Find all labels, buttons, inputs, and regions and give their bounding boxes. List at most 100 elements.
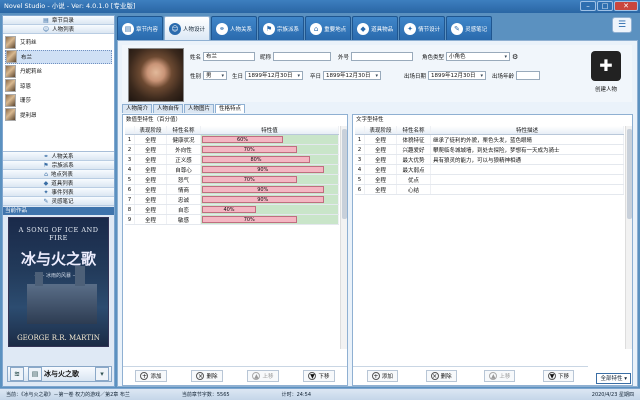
- table-row[interactable]: 7 全程 忠诚 90%: [125, 195, 339, 205]
- add-button[interactable]: + 添加: [366, 369, 398, 382]
- table-row[interactable]: 2 全程 外向性 70%: [125, 145, 339, 155]
- trait-value-cell[interactable]: 70%: [201, 215, 339, 224]
- trait-desc-cell[interactable]: 继承了徒利的外貌，栗色头发，蓝色眼睛: [431, 135, 624, 144]
- nav-items[interactable]: ◆ 道具列表: [3, 179, 114, 188]
- move-down-button[interactable]: ▼ 下移: [543, 369, 575, 382]
- move-up-button[interactable]: ▲ 上移: [247, 369, 279, 382]
- table-header: 表现阶段 特性名称 特性值: [125, 126, 339, 135]
- book-icon: ▤: [43, 16, 49, 24]
- gender-select[interactable]: 男 ▾: [203, 71, 228, 80]
- character-item-selected[interactable]: 布兰: [5, 49, 112, 64]
- trait-desc-cell[interactable]: 攀爬临冬城城墙，到处去探险，梦想有一天成为骑士: [431, 145, 624, 154]
- nav-notes[interactable]: ✎ 灵感笔记: [3, 197, 114, 206]
- alias-field[interactable]: [351, 52, 414, 61]
- trait-desc-cell[interactable]: [431, 165, 624, 174]
- table-row[interactable]: 8 全程 自恋 40%: [125, 205, 339, 215]
- relation-icon: ⚭: [216, 22, 229, 35]
- birth-date-picker[interactable]: 1899年12月30日 ▾: [245, 71, 304, 80]
- name-field[interactable]: 布兰: [203, 52, 256, 61]
- age-field[interactable]: [516, 71, 541, 80]
- appear-date-picker[interactable]: 1899年12月30日 ▾: [428, 71, 487, 80]
- cover-author: GEORGE R.R. MARTIN: [17, 334, 100, 342]
- chevron-down-icon: ▾: [480, 72, 484, 79]
- close-button[interactable]: ✕: [614, 1, 638, 11]
- table-row[interactable]: 2 全程 兴趣爱好 攀爬临冬城城墙，到处去探险，梦想有一天成为骑士: [355, 145, 624, 155]
- minimize-button[interactable]: –: [580, 1, 596, 11]
- nav-places[interactable]: ⌂ 地点列表: [3, 170, 114, 179]
- trait-value-cell[interactable]: 60%: [201, 135, 339, 144]
- tab-clans[interactable]: ⚑ 宗族派系: [258, 16, 305, 40]
- maximize-button[interactable]: □: [597, 1, 613, 11]
- character-photo[interactable]: [128, 48, 184, 102]
- subtab-pictures[interactable]: 人物图片: [184, 104, 215, 113]
- add-button[interactable]: + 添加: [135, 369, 167, 382]
- trait-name-cell: 外向性: [167, 145, 201, 154]
- nav-relations[interactable]: ⚭ 人物关系: [3, 152, 114, 161]
- table-row[interactable]: 3 全程 最大优势 具有狼灵的能力，可以与狼精神相通: [355, 155, 624, 165]
- character-item[interactable]: 艾莉丝: [5, 35, 112, 50]
- column-header: 特性描述: [431, 126, 624, 134]
- subtab-autobiography[interactable]: 人物自传: [153, 104, 184, 113]
- layers-icon[interactable]: ≋: [10, 367, 24, 381]
- tab-character-relations[interactable]: ⚭ 人物关系: [211, 16, 258, 40]
- move-up-button[interactable]: ▲ 上移: [484, 369, 516, 382]
- trait-value-cell[interactable]: 90%: [201, 165, 339, 174]
- stage-cell: 全程: [365, 185, 397, 194]
- character-item[interactable]: 提利昂: [5, 108, 112, 123]
- character-item[interactable]: 丹妮莉丝: [5, 64, 112, 79]
- table-row[interactable]: 4 全程 最大弱点: [355, 165, 624, 175]
- death-date-picker[interactable]: 1899年12月30日 ▾: [323, 71, 382, 80]
- character-item[interactable]: 琼恩: [5, 79, 112, 94]
- table-row[interactable]: 6 全程 心结: [355, 185, 624, 195]
- stage-cell: 全程: [365, 165, 397, 174]
- tab-notes[interactable]: ✎ 灵感笔记: [446, 16, 493, 40]
- trait-value-cell[interactable]: 90%: [201, 195, 339, 204]
- subtab-traits[interactable]: 性格特点: [215, 104, 246, 113]
- trait-value-cell[interactable]: 90%: [201, 185, 339, 194]
- trait-value-cell[interactable]: 40%: [201, 205, 339, 214]
- tab-plot[interactable]: ✦ 情节设计: [399, 16, 446, 40]
- table-row[interactable]: 3 全程 正义感 80%: [125, 155, 339, 165]
- table-row[interactable]: 1 全程 体貌特征 继承了徒利的外貌，栗色头发，蓝色眼睛: [355, 135, 624, 145]
- trait-desc-cell[interactable]: [431, 175, 624, 184]
- person-settings-icon[interactable]: ⚙: [512, 53, 518, 61]
- table-row[interactable]: 5 全程 怒气 70%: [125, 175, 339, 185]
- trait-value-cell[interactable]: 80%: [201, 155, 339, 164]
- table-row[interactable]: 9 全程 敏感 70%: [125, 215, 339, 225]
- create-character-button[interactable]: ✚ 创建人物: [586, 51, 626, 101]
- trait-value-cell[interactable]: 70%: [201, 145, 339, 154]
- tab-places[interactable]: ⌂ 重要地点: [305, 16, 352, 40]
- table-row[interactable]: 4 全程 自尊心 90%: [125, 165, 339, 175]
- trait-desc-cell[interactable]: 具有狼灵的能力，可以与狼精神相通: [431, 155, 624, 164]
- relation-icon: ⚭: [43, 152, 49, 160]
- scrollbar[interactable]: [625, 126, 632, 349]
- character-list: 艾莉丝 布兰 丹妮莉丝 琼恩 珊莎 提利昂: [3, 34, 114, 152]
- subtab-intro[interactable]: 人物简介: [122, 104, 153, 113]
- character-item[interactable]: 珊莎: [5, 93, 112, 108]
- table-row[interactable]: 5 全程 优点: [355, 175, 624, 185]
- nav-events[interactable]: ✦ 事件列表: [3, 188, 114, 197]
- nav-character-list[interactable]: ☺ 人物列表: [3, 25, 114, 34]
- trait-value-cell[interactable]: 70%: [201, 175, 339, 184]
- chevron-down-icon[interactable]: ▾: [95, 367, 109, 381]
- nav-clans[interactable]: ⚑ 宗族派系: [3, 161, 114, 170]
- delete-button[interactable]: × 删除: [191, 369, 223, 382]
- tab-chapter-content[interactable]: ▤ 章节内容: [117, 16, 164, 40]
- menu-button[interactable]: ☰: [612, 17, 632, 33]
- row-number: 2: [355, 145, 365, 154]
- row-number: 4: [125, 165, 135, 174]
- nav-chapter-list[interactable]: ▤ 章节目录: [3, 16, 114, 25]
- work-selector[interactable]: ≋ ▤ 冰与火之歌 ▾: [7, 366, 112, 382]
- all-traits-select[interactable]: 全部特性 ▾: [596, 373, 631, 384]
- table-row[interactable]: 1 全程 健康状况 60%: [125, 135, 339, 145]
- numeric-traits-caption: 数值型特性（百分值）: [126, 117, 182, 123]
- scrollbar[interactable]: [340, 126, 347, 349]
- role-select[interactable]: 小角色 ▾: [446, 52, 511, 61]
- trait-desc-cell[interactable]: [431, 185, 624, 194]
- tab-items[interactable]: ◆ 道具物品: [352, 16, 399, 40]
- move-down-button[interactable]: ▼ 下移: [303, 369, 335, 382]
- nickname-field[interactable]: [273, 52, 332, 61]
- table-row[interactable]: 6 全程 情商 90%: [125, 185, 339, 195]
- tab-character-design[interactable]: ☺ 人物设计: [164, 16, 211, 40]
- delete-button[interactable]: × 删除: [425, 369, 457, 382]
